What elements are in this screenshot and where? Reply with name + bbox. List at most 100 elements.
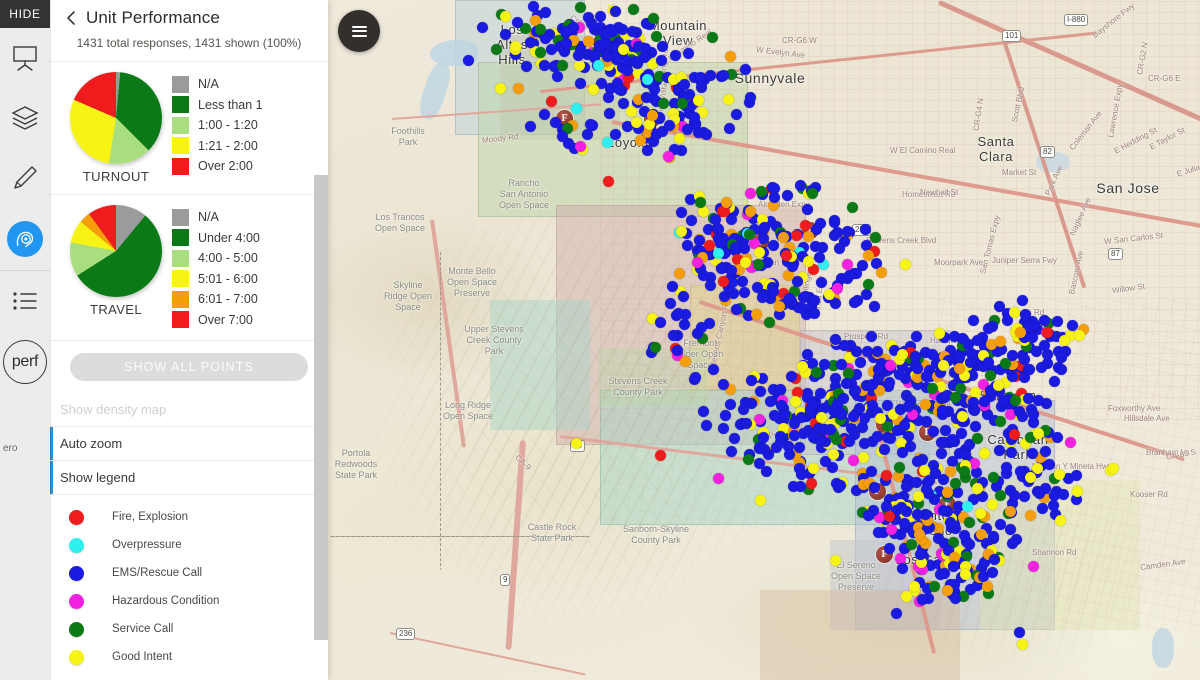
incident-dot[interactable]: [896, 447, 908, 459]
incident-dot[interactable]: [679, 78, 691, 90]
incident-dot[interactable]: [737, 275, 749, 287]
incident-dot[interactable]: [739, 64, 751, 76]
incident-dot[interactable]: [1016, 638, 1028, 650]
incident-dot[interactable]: [641, 145, 653, 157]
turnout-pie-chart[interactable]: [70, 72, 162, 164]
incident-dot[interactable]: [1048, 375, 1060, 387]
incident-dot[interactable]: [1055, 363, 1067, 375]
incident-dot[interactable]: [859, 437, 871, 449]
incident-dot[interactable]: [958, 465, 970, 477]
incident-dot[interactable]: [610, 5, 622, 17]
incident-dot[interactable]: [829, 554, 841, 566]
incident-dot[interactable]: [974, 508, 986, 520]
incident-dot[interactable]: [938, 359, 950, 371]
incident-dot[interactable]: [499, 10, 511, 22]
incident-dot[interactable]: [1023, 363, 1035, 375]
incident-dot[interactable]: [1043, 458, 1055, 470]
incident-dot[interactable]: [793, 442, 805, 454]
incident-dot[interactable]: [944, 466, 956, 478]
incident-dot[interactable]: [705, 69, 717, 81]
incident-dot[interactable]: [673, 267, 685, 279]
incident-dot[interactable]: [691, 256, 703, 268]
incident-dot[interactable]: [574, 2, 586, 14]
incident-dot[interactable]: [985, 369, 997, 381]
incident-dot[interactable]: [816, 411, 828, 423]
incident-dot[interactable]: [1026, 448, 1038, 460]
incident-dot[interactable]: [915, 548, 927, 560]
legend-row[interactable]: 6:01 - 7:00: [172, 289, 328, 310]
incident-dot[interactable]: [872, 363, 884, 375]
incident-dot[interactable]: [586, 17, 598, 29]
incident-dot[interactable]: [677, 291, 689, 303]
incident-dot[interactable]: [919, 398, 931, 410]
category-row[interactable]: Hazardous Condition: [50, 587, 328, 615]
incident-dot[interactable]: [509, 40, 521, 52]
incident-dot[interactable]: [745, 187, 757, 199]
incident-dot[interactable]: [545, 95, 557, 107]
incident-dot[interactable]: [890, 607, 902, 619]
panel-scrollbar[interactable]: [314, 175, 328, 640]
incident-dot[interactable]: [500, 28, 512, 40]
legend-row[interactable]: Over 7:00: [172, 310, 328, 331]
incident-dot[interactable]: [679, 318, 691, 330]
incident-dot[interactable]: [1070, 470, 1082, 482]
incident-dot[interactable]: [861, 345, 873, 357]
incident-dot[interactable]: [724, 398, 736, 410]
incident-dot[interactable]: [641, 73, 653, 85]
incident-dot[interactable]: [675, 225, 687, 237]
incident-dot[interactable]: [964, 538, 976, 550]
incident-dot[interactable]: [802, 203, 813, 215]
incident-dot[interactable]: [911, 455, 923, 467]
incident-dot[interactable]: [534, 46, 546, 58]
incident-dot[interactable]: [654, 449, 666, 461]
incident-dot[interactable]: [868, 300, 880, 312]
incident-dot[interactable]: [900, 590, 912, 602]
incident-dot[interactable]: [572, 49, 584, 61]
incident-dot[interactable]: [781, 190, 793, 202]
incident-dot[interactable]: [570, 437, 582, 449]
incident-dot[interactable]: [933, 327, 945, 339]
incident-dot[interactable]: [775, 399, 787, 411]
incident-dot[interactable]: [796, 360, 808, 372]
incident-dot[interactable]: [715, 262, 727, 274]
incident-dot[interactable]: [697, 269, 709, 281]
incident-dot[interactable]: [731, 303, 743, 315]
incident-dot[interactable]: [814, 387, 826, 399]
incident-dot[interactable]: [676, 206, 688, 218]
incident-dot[interactable]: [865, 330, 877, 342]
incident-dot[interactable]: [752, 258, 764, 270]
incident-dot[interactable]: [999, 358, 1011, 370]
incident-dot[interactable]: [1064, 436, 1076, 448]
menu-button[interactable]: [338, 10, 380, 52]
incident-dot[interactable]: [897, 348, 909, 360]
incident-dot[interactable]: [698, 406, 710, 418]
incident-dot[interactable]: [972, 482, 984, 494]
incident-dot[interactable]: [647, 109, 659, 121]
incident-dot[interactable]: [994, 335, 1006, 347]
incident-dot[interactable]: [986, 498, 998, 510]
incident-dot[interactable]: [911, 509, 923, 521]
sidebar-item-presentation[interactable]: [0, 28, 50, 88]
incident-dot[interactable]: [1051, 431, 1063, 443]
incident-dot[interactable]: [809, 294, 821, 306]
incident-dot[interactable]: [476, 21, 488, 33]
incident-dot[interactable]: [978, 448, 990, 460]
incident-dot[interactable]: [662, 150, 674, 162]
incident-dot[interactable]: [630, 116, 642, 128]
incident-dot[interactable]: [987, 566, 999, 578]
incident-dot[interactable]: [847, 201, 859, 213]
incident-dot[interactable]: [601, 28, 613, 40]
incident-dot[interactable]: [712, 472, 724, 484]
show-all-points-button[interactable]: SHOW ALL POINTS: [70, 353, 308, 381]
incident-dot[interactable]: [753, 246, 765, 258]
legend-row[interactable]: 1:00 - 1:20: [172, 115, 328, 136]
incident-dot[interactable]: [574, 59, 586, 71]
incident-dot[interactable]: [928, 581, 940, 593]
incident-dot[interactable]: [783, 292, 795, 304]
incident-dot[interactable]: [693, 234, 705, 246]
incident-dot[interactable]: [807, 462, 819, 474]
sidebar-item-list[interactable]: [0, 271, 50, 331]
incident-dot[interactable]: [1013, 626, 1025, 638]
incident-dot[interactable]: [911, 330, 923, 342]
incident-dot[interactable]: [788, 429, 800, 441]
